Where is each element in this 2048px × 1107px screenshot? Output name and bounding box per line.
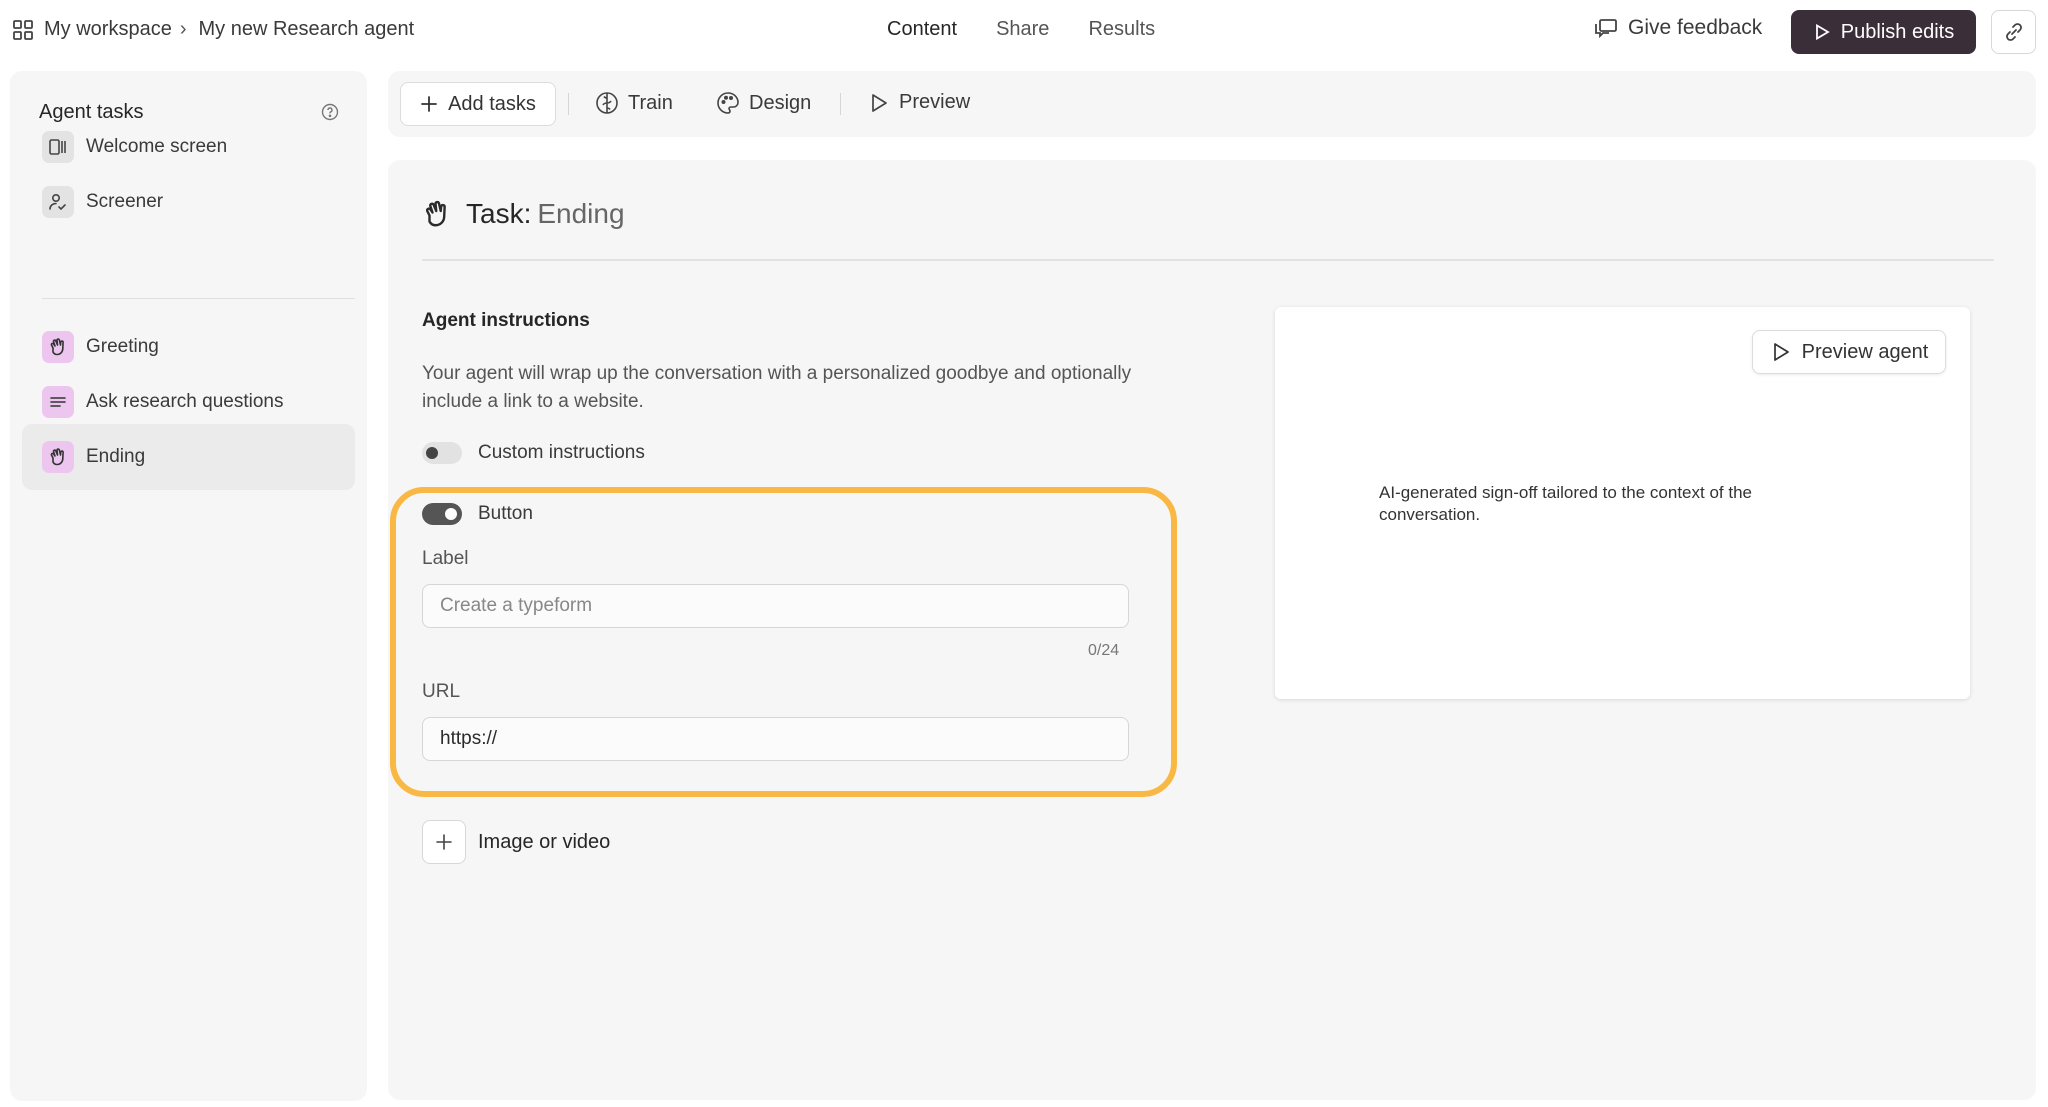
top-nav: Content Share Results xyxy=(887,18,1194,41)
preview-button[interactable]: Preview xyxy=(868,91,970,114)
breadcrumb-workspace[interactable]: My workspace xyxy=(44,18,172,41)
image-or-video-label: Image or video xyxy=(478,830,611,853)
custom-instructions-row: Custom instructions xyxy=(422,442,645,464)
publish-edits-label: Publish edits xyxy=(1840,20,1955,43)
sidebar-item-screener[interactable]: Screener xyxy=(22,169,355,235)
toolbar-divider xyxy=(568,93,569,115)
button-toggle[interactable] xyxy=(422,503,462,525)
title-divider xyxy=(422,259,1994,261)
waving-hand-icon xyxy=(42,441,74,473)
design-label: Design xyxy=(749,91,812,114)
train-label: Train xyxy=(628,91,673,114)
task-editor-panel: Task: Ending Agent instructions Your age… xyxy=(388,160,2036,1100)
sidebar-divider xyxy=(42,298,355,299)
waving-hand-icon xyxy=(42,331,74,363)
text-lines-icon xyxy=(42,386,74,418)
agent-preview-card: Preview agent AI-generated sign-off tail… xyxy=(1275,307,1970,699)
copy-link-button[interactable] xyxy=(1991,10,2036,54)
agent-tasks-sidebar: Agent tasks Welcome screen Screener Gree… xyxy=(10,71,367,1101)
sidebar-item-label: Screener xyxy=(86,191,164,212)
task-title-value: Ending xyxy=(537,198,625,229)
editor-toolbar: Add tasks Train Design Preview xyxy=(388,71,2036,137)
waving-hand-icon xyxy=(426,200,446,227)
plus-icon xyxy=(421,96,437,112)
add-image-or-video-row[interactable]: Image or video xyxy=(422,820,610,864)
publish-edits-button[interactable]: Publish edits xyxy=(1791,10,1976,54)
screener-icon xyxy=(42,186,74,218)
sidebar-item-label: Ending xyxy=(86,446,146,467)
preview-label: Preview xyxy=(899,91,971,113)
play-icon xyxy=(1773,343,1789,361)
train-button[interactable]: Train xyxy=(595,91,673,115)
button-label-input[interactable] xyxy=(422,584,1129,628)
welcome-screen-icon xyxy=(42,131,74,163)
breadcrumb-project[interactable]: My new Research agent xyxy=(198,18,414,41)
agent-instructions-heading: Agent instructions xyxy=(422,310,590,331)
chevron-right-icon: › xyxy=(179,18,187,40)
top-bar: My workspace › My new Research agent Con… xyxy=(0,0,2048,64)
button-toggle-label: Button xyxy=(478,503,533,524)
sidebar-item-label: Ask research questions xyxy=(86,391,284,412)
preview-agent-button[interactable]: Preview agent xyxy=(1752,330,1946,374)
url-field-label: URL xyxy=(422,681,461,702)
agent-instructions-description: Your agent will wrap up the conversation… xyxy=(422,363,1132,412)
design-button[interactable]: Design xyxy=(716,91,811,115)
give-feedback-button[interactable]: Give feedback xyxy=(1594,16,1762,40)
link-icon xyxy=(2005,23,2022,41)
task-title-prefix: Task: xyxy=(466,198,532,229)
page-title: Task: Ending xyxy=(422,198,625,230)
toolbar-divider xyxy=(840,93,841,115)
tab-results[interactable]: Results xyxy=(1088,18,1155,41)
custom-instructions-label: Custom instructions xyxy=(478,442,645,463)
sidebar-item-ending[interactable]: Ending xyxy=(22,424,355,490)
tab-content[interactable]: Content xyxy=(887,18,957,41)
add-tasks-label: Add tasks xyxy=(448,92,536,115)
button-url-input[interactable] xyxy=(422,717,1129,761)
add-tasks-button[interactable]: Add tasks xyxy=(400,82,556,126)
feedback-icon xyxy=(1595,19,1617,38)
label-char-counter: 0/24 xyxy=(1088,642,1120,659)
brain-icon xyxy=(596,92,618,114)
play-icon xyxy=(1815,23,1830,41)
add-media-button[interactable] xyxy=(422,820,466,864)
breadcrumb: My workspace › My new Research agent xyxy=(12,18,414,41)
sidebar-item-label: Welcome screen xyxy=(86,136,228,157)
custom-instructions-toggle[interactable] xyxy=(422,442,462,464)
tab-share[interactable]: Share xyxy=(996,18,1049,41)
give-feedback-label: Give feedback xyxy=(1628,16,1763,39)
preview-agent-label: Preview agent xyxy=(1801,340,1929,363)
preview-sign-off-text: AI-generated sign-off tailored to the co… xyxy=(1379,483,1752,524)
play-icon xyxy=(872,93,887,112)
sidebar-item-label: Greeting xyxy=(86,336,159,357)
button-toggle-row: Button xyxy=(422,503,533,525)
palette-icon xyxy=(717,92,739,114)
plus-icon xyxy=(436,834,452,850)
label-field-label: Label xyxy=(422,548,469,569)
grid-icon[interactable] xyxy=(12,19,34,41)
